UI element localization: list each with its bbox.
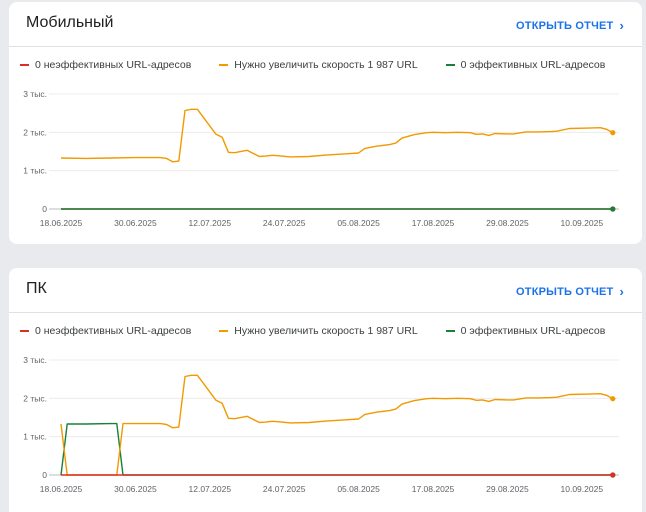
series-line [60,422,613,476]
series-line [60,374,614,476]
series-end-point [610,472,616,478]
y-tick-label: 3 тыс. [23,89,47,99]
series-end-point [610,206,616,212]
x-tick-label: 24.07.2025 [263,484,306,494]
x-tick-label: 24.07.2025 [263,218,306,228]
y-tick-label: 0 [42,204,47,214]
x-tick-label: 29.08.2025 [486,218,529,228]
x-tick-label: 30.06.2025 [114,218,157,228]
y-tick-label: 1 тыс. [23,432,47,442]
x-tick-label: 05.08.2025 [337,218,380,228]
x-tick-label: 05.08.2025 [337,484,380,494]
series-line [60,108,614,163]
x-tick-label: 12.07.2025 [189,484,232,494]
mobile-report-card: Мобильный ОТКРЫТЬ ОТЧЕТ › 0 неэффективны… [9,2,642,244]
x-tick-label: 17.08.2025 [412,218,455,228]
x-tick-label: 18.06.2025 [40,218,83,228]
x-tick-label: 10.09.2025 [561,218,604,228]
y-tick-label: 2 тыс. [23,127,47,137]
desktop-line-chart: 0 1 тыс. 2 тыс. 3 тыс. 18.06.2025 30.06.2025 1… [23,355,619,494]
y-tick-label: 2 тыс. [23,393,47,403]
y-tick-label: 1 тыс. [23,166,47,176]
y-tick-label: 3 тыс. [23,355,47,365]
mobile-line-chart: 0 1 тыс. 2 тыс. 3 тыс. 18.06.2025 30.06.2025 1… [23,89,619,228]
x-tick-label: 30.06.2025 [114,484,157,494]
desktop-report-card: ПК ОТКРЫТЬ ОТЧЕТ › 0 неэффективных URL-а… [9,268,642,512]
x-tick-label: 12.07.2025 [189,218,232,228]
y-tick-label: 0 [42,470,47,480]
series-end-point [610,396,616,402]
x-tick-label: 18.06.2025 [40,484,83,494]
x-tick-label: 29.08.2025 [486,484,529,494]
series-end-point [610,130,616,136]
x-tick-label: 17.08.2025 [412,484,455,494]
x-tick-label: 10.09.2025 [561,484,604,494]
